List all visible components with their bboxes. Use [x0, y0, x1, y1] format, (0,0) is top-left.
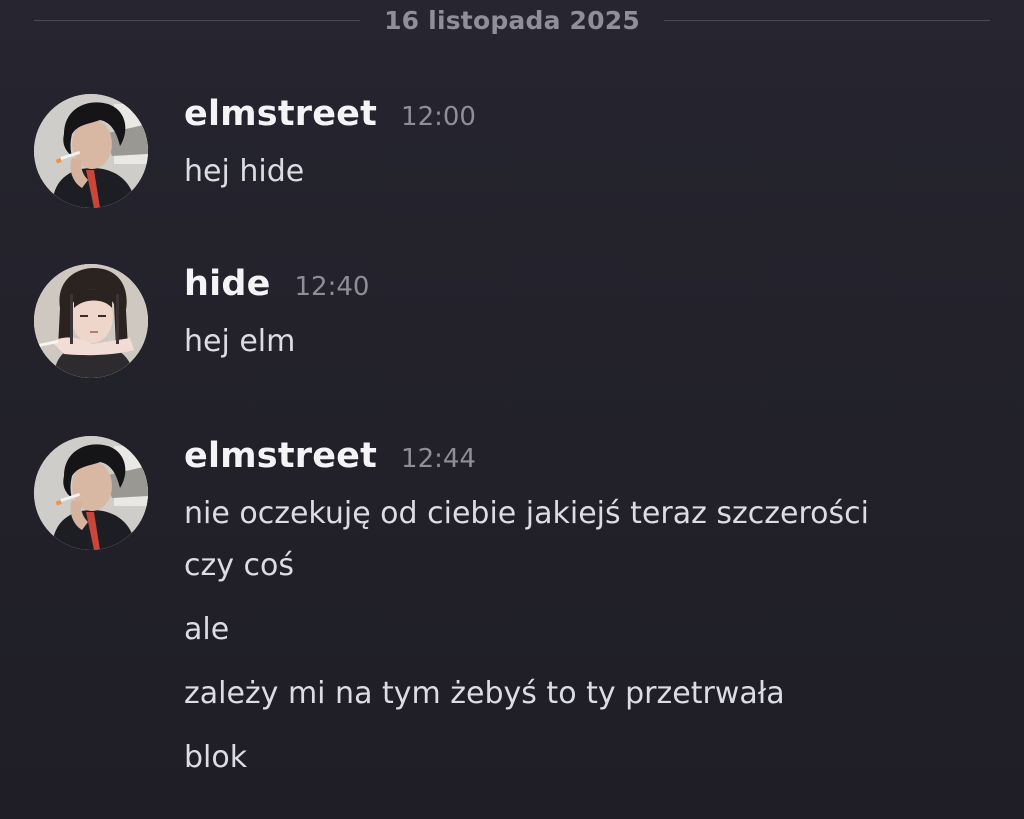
message-text: hej elm	[184, 324, 296, 359]
username[interactable]: elmstreet	[184, 94, 377, 134]
message-header: elmstreet 12:44	[184, 436, 984, 488]
message-text: czy coś	[184, 548, 295, 583]
username[interactable]: elmstreet	[184, 436, 377, 476]
message-text: hej hide	[184, 154, 305, 189]
avatar[interactable]	[34, 94, 148, 208]
message-text: ale	[184, 612, 230, 647]
avatar[interactable]	[34, 264, 148, 378]
message-body: elmstreet 12:44 nie oczekuję od ciebie j…	[184, 436, 984, 784]
timestamp: 12:40	[294, 272, 370, 302]
divider-line-right	[663, 19, 991, 21]
hide-avatar-icon	[34, 264, 148, 378]
date-divider: 16 listopada 2025	[34, 0, 991, 40]
message-text: nie oczekuję od ciebie jakiejś teraz szc…	[184, 496, 869, 531]
divider-line-left	[34, 19, 361, 21]
elmstreet-avatar-icon	[34, 94, 148, 208]
message-body: hide 12:40 hej elm	[184, 264, 984, 368]
timestamp: 12:00	[401, 102, 476, 132]
message-text: zależy mi na tym żebyś to ty przetrwała	[184, 676, 785, 711]
username[interactable]: hide	[184, 264, 271, 304]
date-divider-label: 16 listopada 2025	[384, 5, 640, 35]
message-header: elmstreet 12:00	[184, 94, 984, 146]
message-body: elmstreet 12:00 hej hide	[184, 94, 984, 198]
message-text: blok	[184, 740, 248, 775]
message-header: hide 12:40	[184, 264, 984, 316]
avatar[interactable]	[34, 436, 148, 550]
elmstreet-avatar-icon	[34, 436, 148, 550]
timestamp: 12:44	[401, 444, 476, 474]
